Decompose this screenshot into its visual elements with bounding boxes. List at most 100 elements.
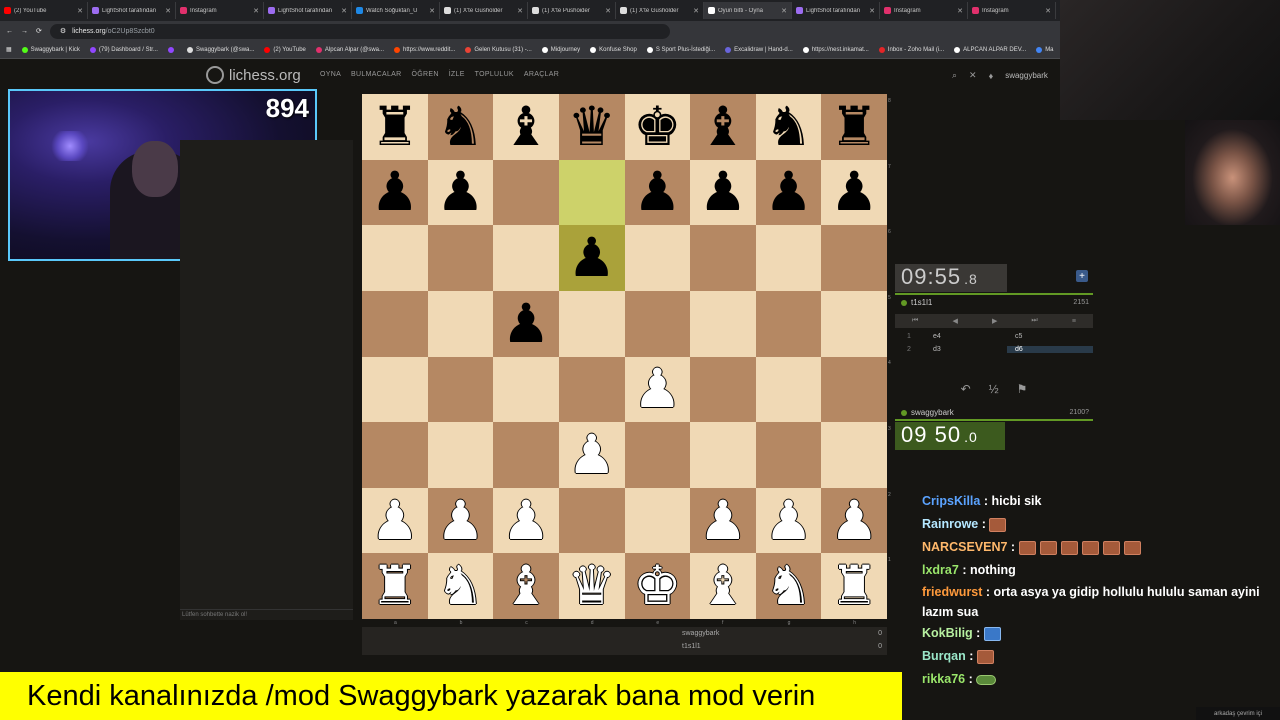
black-queen-icon[interactable]: ♛ bbox=[567, 99, 615, 154]
square-d8[interactable]: ♛ bbox=[558, 94, 625, 160]
black-pawn-icon[interactable]: ♟ bbox=[633, 165, 681, 219]
next-move-icon[interactable]: ▶ bbox=[992, 317, 997, 325]
draw-offer-icon[interactable]: ½ bbox=[989, 382, 999, 402]
tab-close-icon[interactable]: ✕ bbox=[341, 7, 347, 15]
square-b2[interactable]: ♟ bbox=[427, 487, 494, 554]
square-c6[interactable] bbox=[493, 225, 559, 291]
browser-tab[interactable]: LightShot tarafından ✕ bbox=[88, 2, 176, 19]
reload-icon[interactable]: ⟳ bbox=[36, 27, 42, 35]
browser-tab[interactable]: Instagram ✕ bbox=[880, 2, 968, 19]
square-c5[interactable]: ♟ bbox=[493, 290, 559, 357]
white-pawn-icon[interactable]: ♟ bbox=[567, 427, 615, 482]
black-rook-icon[interactable]: ♜ bbox=[830, 99, 878, 154]
lichess-logo[interactable]: lichess.org bbox=[206, 66, 301, 84]
menu-icon[interactable]: ≡ bbox=[1072, 318, 1076, 325]
bookmark-item[interactable]: ALPCAN ALPAR DEV... bbox=[954, 46, 1026, 53]
square-a6[interactable] bbox=[362, 225, 428, 291]
back-icon[interactable]: ← bbox=[6, 28, 13, 35]
white-queen-icon[interactable]: ♛ bbox=[567, 559, 615, 613]
black-king-icon[interactable]: ♚ bbox=[633, 99, 681, 154]
square-g6[interactable] bbox=[755, 225, 822, 291]
takeback-icon[interactable]: ↶ bbox=[961, 382, 971, 402]
nav-item[interactable]: OYNA bbox=[320, 71, 341, 78]
apps-grid-icon[interactable]: ▦ bbox=[6, 46, 12, 53]
square-h4[interactable] bbox=[821, 356, 887, 423]
square-g4[interactable] bbox=[755, 356, 822, 423]
bookmark-item[interactable]: Gelen Kutusu (31) -... bbox=[465, 46, 532, 53]
bookmark-item[interactable]: https://www.reddit... bbox=[394, 46, 455, 53]
black-pawn-icon[interactable]: ♟ bbox=[567, 231, 615, 285]
browser-tab[interactable]: Watch Soğuktan_Ü ✕ bbox=[352, 2, 440, 19]
white-rook-icon[interactable]: ♜ bbox=[830, 559, 878, 613]
player-name[interactable]: swaggybark bbox=[911, 408, 954, 417]
bookmark-item[interactable]: Swaggybark | Kick bbox=[21, 46, 80, 53]
chat-username[interactable]: friedwurst bbox=[922, 585, 982, 599]
search-icon[interactable]: ⌕ bbox=[952, 70, 957, 81]
white-pawn-icon[interactable]: ♟ bbox=[502, 493, 550, 548]
close-icon[interactable]: ✕ bbox=[969, 70, 977, 81]
square-a3[interactable] bbox=[362, 422, 428, 488]
white-bishop-icon[interactable]: ♝ bbox=[699, 559, 747, 613]
nav-item[interactable]: BULMACALAR bbox=[351, 71, 401, 78]
tab-close-icon[interactable]: ✕ bbox=[1045, 7, 1051, 15]
square-d7[interactable] bbox=[558, 159, 625, 226]
chat-username[interactable]: rikka76 bbox=[922, 672, 965, 686]
black-bishop-icon[interactable]: ♝ bbox=[699, 99, 747, 154]
white-pawn-icon[interactable]: ♟ bbox=[436, 493, 484, 548]
square-f4[interactable] bbox=[690, 356, 756, 423]
square-a8[interactable]: ♜ bbox=[362, 94, 428, 160]
bookmark-item[interactable]: Inbox - Zoho Mail (i... bbox=[878, 46, 944, 53]
square-h2[interactable]: ♟ bbox=[821, 487, 887, 554]
white-knight-icon[interactable]: ♞ bbox=[436, 559, 484, 613]
opponent-name[interactable]: t1s1l1 bbox=[911, 298, 932, 307]
black-knight-icon[interactable]: ♞ bbox=[436, 99, 484, 154]
chat-username[interactable]: lxdra7 bbox=[922, 563, 959, 577]
bookmark-item[interactable]: S Sport Plus-İstediği... bbox=[646, 46, 715, 53]
black-pawn-icon[interactable]: ♟ bbox=[764, 165, 812, 219]
white-rook-icon[interactable]: ♜ bbox=[371, 559, 419, 613]
tab-close-icon[interactable]: ✕ bbox=[253, 7, 259, 15]
browser-tab[interactable]: (1) X'te Gusholder ✕ bbox=[616, 2, 704, 19]
black-knight-icon[interactable]: ♞ bbox=[764, 99, 812, 154]
white-move[interactable]: d3 bbox=[923, 346, 1007, 353]
square-f2[interactable]: ♟ bbox=[690, 487, 756, 554]
tab-close-icon[interactable]: ✕ bbox=[517, 7, 523, 15]
bookmark-item[interactable]: Swaggybark (@swa... bbox=[186, 46, 254, 53]
square-e1[interactable]: ♚ bbox=[624, 553, 691, 619]
square-h6[interactable] bbox=[821, 225, 887, 291]
browser-tab[interactable]: Instagram ✕ bbox=[968, 2, 1056, 19]
tab-close-icon[interactable]: ✕ bbox=[429, 7, 435, 15]
black-bishop-icon[interactable]: ♝ bbox=[502, 99, 550, 154]
square-c7[interactable] bbox=[493, 159, 559, 226]
tab-close-icon[interactable]: ✕ bbox=[781, 7, 787, 15]
tab-close-icon[interactable]: ✕ bbox=[869, 7, 875, 15]
square-c2[interactable]: ♟ bbox=[493, 487, 559, 554]
browser-tab[interactable]: (1) X'te Pushoider ✕ bbox=[528, 2, 616, 19]
square-h7[interactable]: ♟ bbox=[821, 159, 887, 226]
square-a7[interactable]: ♟ bbox=[362, 159, 428, 226]
notification-icon[interactable]: ♦ bbox=[989, 71, 994, 81]
black-pawn-icon[interactable]: ♟ bbox=[502, 296, 550, 351]
square-h5[interactable] bbox=[821, 290, 887, 357]
chat-username[interactable]: Burqan bbox=[922, 649, 966, 663]
resign-flag-icon[interactable]: ⚑ bbox=[1017, 382, 1028, 402]
nav-item[interactable]: TOPLULUK bbox=[475, 71, 514, 78]
address-bar[interactable]: ⚙ lichess.org/oC2Up8Szcbt0 bbox=[49, 23, 670, 39]
browser-tab[interactable]: LightShot tarafından ✕ bbox=[264, 2, 352, 19]
square-g3[interactable] bbox=[755, 422, 822, 488]
square-c8[interactable]: ♝ bbox=[493, 94, 559, 160]
nav-item[interactable]: İZLE bbox=[449, 71, 465, 78]
tab-close-icon[interactable]: ✕ bbox=[77, 7, 83, 15]
browser-tab[interactable]: LightShot tarafından ✕ bbox=[792, 2, 880, 19]
square-b5[interactable] bbox=[427, 290, 494, 357]
black-pawn-icon[interactable]: ♟ bbox=[830, 165, 878, 219]
square-d4[interactable] bbox=[558, 356, 625, 423]
square-g1[interactable]: ♞ bbox=[755, 553, 822, 619]
square-e3[interactable] bbox=[624, 422, 691, 488]
square-g7[interactable]: ♟ bbox=[755, 159, 822, 226]
square-d1[interactable]: ♛ bbox=[558, 553, 625, 619]
square-a1[interactable]: ♜ bbox=[362, 553, 428, 619]
square-d3[interactable]: ♟ bbox=[558, 422, 625, 488]
square-g2[interactable]: ♟ bbox=[755, 487, 822, 554]
tab-close-icon[interactable]: ✕ bbox=[957, 7, 963, 15]
